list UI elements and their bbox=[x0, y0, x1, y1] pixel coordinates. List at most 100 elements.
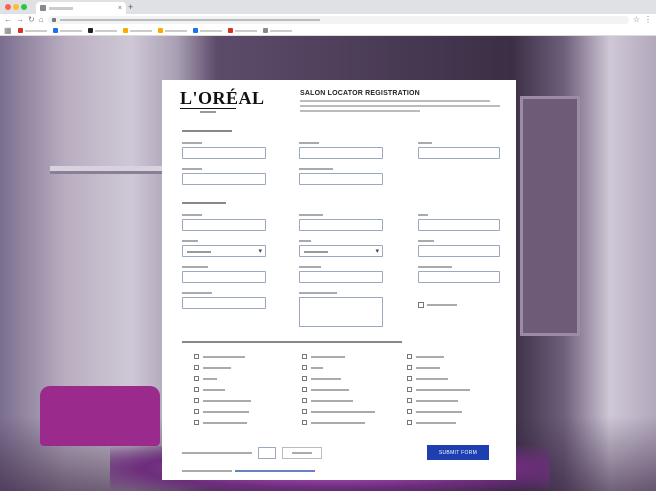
confirm-password-field bbox=[299, 168, 383, 185]
salon-option-checkbox-row[interactable] bbox=[418, 302, 457, 308]
service-option[interactable] bbox=[194, 354, 245, 359]
bookmark-label bbox=[94, 29, 117, 32]
refresh-captcha-button[interactable] bbox=[282, 447, 322, 459]
service-option[interactable] bbox=[407, 420, 456, 425]
salon-option-checkbox[interactable] bbox=[418, 302, 424, 308]
service-option[interactable] bbox=[194, 387, 225, 392]
last-name-input[interactable] bbox=[299, 147, 383, 159]
back-arrow-icon[interactable]: ← bbox=[4, 16, 12, 24]
address-bar[interactable] bbox=[47, 16, 629, 24]
bookmark-item[interactable] bbox=[192, 28, 222, 33]
service-label bbox=[311, 421, 365, 424]
service-option[interactable] bbox=[302, 420, 365, 425]
browser-tab[interactable]: × bbox=[36, 2, 126, 14]
state-select[interactable]: ▾ bbox=[299, 245, 383, 257]
website-url-input[interactable] bbox=[299, 271, 383, 283]
service-checkbox[interactable] bbox=[302, 365, 307, 370]
country-select[interactable]: ▾ bbox=[182, 245, 266, 257]
apps-icon[interactable]: ▦ bbox=[4, 26, 12, 35]
facebook-url-label bbox=[182, 292, 212, 294]
bookmark-item[interactable] bbox=[17, 28, 47, 33]
service-checkbox[interactable] bbox=[194, 354, 199, 359]
service-option[interactable] bbox=[194, 365, 231, 370]
menu-icon[interactable]: ⋮ bbox=[644, 16, 652, 24]
service-checkbox[interactable] bbox=[302, 354, 307, 359]
hours-of-operation-textarea[interactable] bbox=[299, 297, 383, 327]
service-checkbox[interactable] bbox=[302, 398, 307, 403]
bookmark-item[interactable] bbox=[122, 28, 152, 33]
service-checkbox[interactable] bbox=[302, 376, 307, 381]
service-checkbox[interactable] bbox=[194, 409, 199, 414]
submit-form-button[interactable]: SUBMIT FORM bbox=[427, 445, 489, 460]
first-name-input[interactable] bbox=[182, 147, 266, 159]
instagram-url-field bbox=[418, 266, 500, 283]
service-checkbox[interactable] bbox=[407, 409, 412, 414]
city-field bbox=[418, 214, 500, 231]
service-checkbox[interactable] bbox=[194, 365, 199, 370]
address-text bbox=[59, 19, 320, 21]
minimize-window-button[interactable] bbox=[13, 4, 19, 10]
bookmark-label bbox=[269, 29, 292, 32]
service-option[interactable] bbox=[194, 409, 249, 414]
first-name-label bbox=[182, 142, 202, 144]
home-icon[interactable]: ⌂ bbox=[39, 16, 44, 24]
forward-arrow-icon[interactable]: → bbox=[16, 16, 24, 24]
service-checkbox[interactable] bbox=[302, 420, 307, 425]
service-checkbox[interactable] bbox=[302, 409, 307, 414]
service-option[interactable] bbox=[302, 354, 345, 359]
instagram-url-input[interactable] bbox=[418, 271, 500, 283]
service-option[interactable] bbox=[407, 398, 458, 403]
last-name-field bbox=[299, 142, 383, 159]
service-option[interactable] bbox=[407, 354, 444, 359]
bookmark-label bbox=[199, 29, 222, 32]
service-checkbox[interactable] bbox=[194, 398, 199, 403]
salon-address-input[interactable] bbox=[299, 219, 383, 231]
service-checkbox[interactable] bbox=[407, 365, 412, 370]
password-input[interactable] bbox=[182, 173, 266, 185]
footer-note-link[interactable] bbox=[235, 470, 315, 472]
zip-code-input[interactable] bbox=[418, 245, 500, 257]
service-option[interactable] bbox=[407, 376, 448, 381]
service-label bbox=[416, 377, 448, 380]
bookmark-item[interactable] bbox=[227, 28, 257, 33]
service-checkbox[interactable] bbox=[194, 420, 199, 425]
email-input[interactable] bbox=[418, 147, 500, 159]
new-tab-button[interactable]: + bbox=[128, 2, 133, 12]
service-checkbox[interactable] bbox=[302, 387, 307, 392]
phone-number-input[interactable] bbox=[182, 271, 266, 283]
service-checkbox[interactable] bbox=[407, 420, 412, 425]
bookmark-item[interactable] bbox=[157, 28, 187, 33]
reload-icon[interactable]: ↻ bbox=[28, 16, 35, 24]
bookmark-star-icon[interactable]: ☆ bbox=[633, 16, 640, 24]
captcha-input[interactable] bbox=[258, 447, 276, 459]
close-window-button[interactable] bbox=[5, 4, 11, 10]
salon-name-input[interactable] bbox=[182, 219, 266, 231]
bookmark-item[interactable] bbox=[52, 28, 82, 33]
bookmark-item[interactable] bbox=[87, 28, 117, 33]
service-option[interactable] bbox=[302, 387, 349, 392]
service-checkbox[interactable] bbox=[407, 354, 412, 359]
service-option[interactable] bbox=[407, 387, 470, 392]
facebook-url-input[interactable] bbox=[182, 297, 266, 309]
service-option[interactable] bbox=[194, 420, 247, 425]
footer-note bbox=[182, 470, 315, 472]
service-checkbox[interactable] bbox=[194, 376, 199, 381]
city-input[interactable] bbox=[418, 219, 500, 231]
bookmark-item[interactable] bbox=[262, 28, 292, 33]
service-option[interactable] bbox=[407, 409, 462, 414]
service-option[interactable] bbox=[302, 409, 375, 414]
service-checkbox[interactable] bbox=[407, 376, 412, 381]
service-checkbox[interactable] bbox=[407, 387, 412, 392]
service-option[interactable] bbox=[194, 398, 251, 403]
service-checkbox[interactable] bbox=[194, 387, 199, 392]
tab-close-icon[interactable]: × bbox=[118, 5, 122, 12]
service-option[interactable] bbox=[302, 376, 341, 381]
service-option[interactable] bbox=[194, 376, 217, 381]
service-option[interactable] bbox=[407, 365, 440, 370]
maximize-window-button[interactable] bbox=[21, 4, 27, 10]
service-checkbox[interactable] bbox=[407, 398, 412, 403]
service-option[interactable] bbox=[302, 398, 353, 403]
service-option[interactable] bbox=[302, 365, 323, 370]
confirm-password-input[interactable] bbox=[299, 173, 383, 185]
confirm-password-label bbox=[299, 168, 333, 170]
